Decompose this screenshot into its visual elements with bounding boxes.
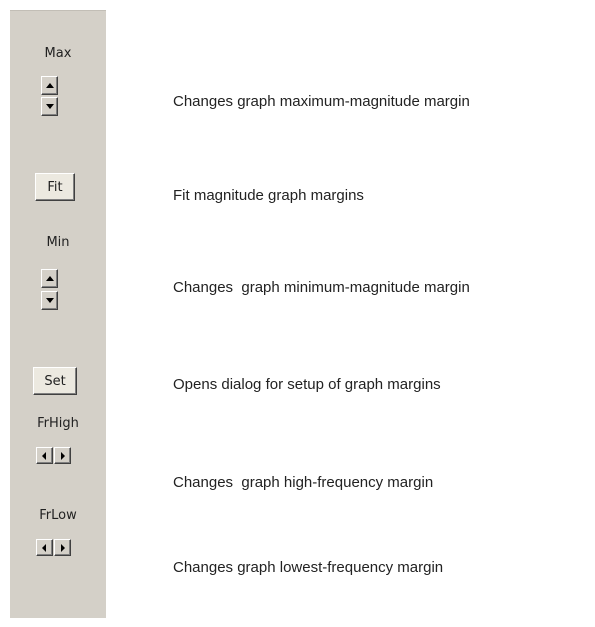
frhigh-label: FrHigh bbox=[37, 416, 79, 431]
arrow-left-icon bbox=[42, 452, 46, 460]
arrow-up-icon bbox=[46, 83, 54, 88]
arrow-down-icon bbox=[46, 298, 54, 303]
margin-control-panel: Max Fit Min Set FrHigh FrLow bbox=[10, 10, 106, 618]
arrow-down-icon bbox=[46, 104, 54, 109]
arrow-left-icon bbox=[42, 544, 46, 552]
max-label: Max bbox=[44, 46, 72, 61]
arrow-right-icon bbox=[61, 452, 65, 460]
frhigh-left-button[interactable] bbox=[36, 447, 53, 464]
fit-button[interactable]: Fit bbox=[35, 173, 75, 201]
min-description: Changes graph minimum-magnitude margin bbox=[173, 279, 470, 296]
frlow-right-button[interactable] bbox=[54, 539, 71, 556]
max-up-button[interactable] bbox=[41, 76, 58, 95]
frlow-label: FrLow bbox=[39, 508, 77, 523]
min-down-button[interactable] bbox=[41, 291, 58, 310]
fit-description: Fit magnitude graph margins bbox=[173, 187, 364, 204]
arrow-up-icon bbox=[46, 276, 54, 281]
frlow-description: Changes graph lowest-frequency margin bbox=[173, 559, 444, 576]
min-label: Min bbox=[46, 235, 70, 250]
frlow-left-button[interactable] bbox=[36, 539, 53, 556]
set-description: Opens dialog for setup of graph margins bbox=[173, 376, 441, 393]
frhigh-right-button[interactable] bbox=[54, 447, 71, 464]
max-description: Changes graph maximum-magnitude margin bbox=[173, 93, 470, 110]
frhigh-description: Changes graph high-frequency margin bbox=[173, 474, 434, 491]
arrow-right-icon bbox=[61, 544, 65, 552]
max-down-button[interactable] bbox=[41, 97, 58, 116]
min-up-button[interactable] bbox=[41, 269, 58, 288]
set-button[interactable]: Set bbox=[33, 367, 77, 395]
